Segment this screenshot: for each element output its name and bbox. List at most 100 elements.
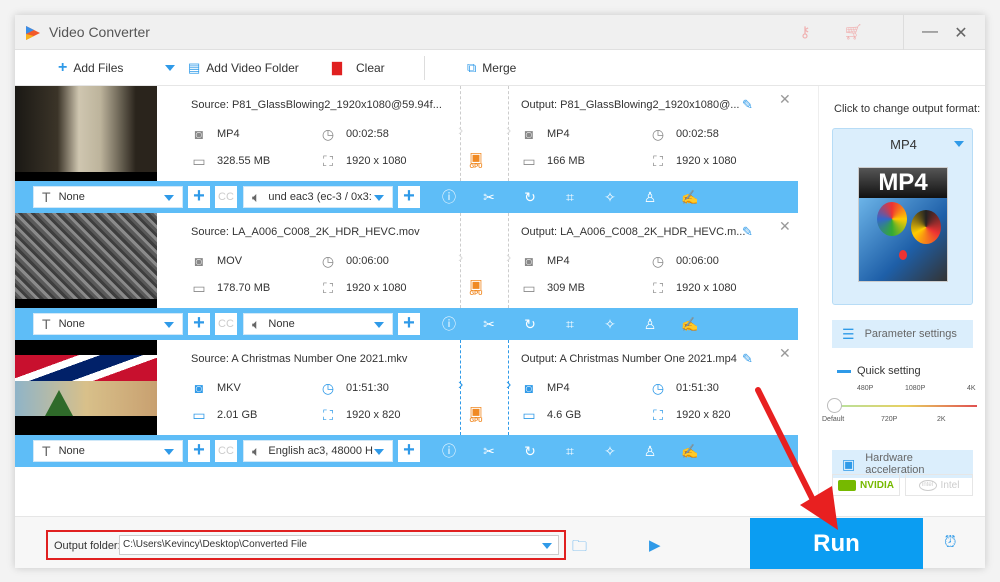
gpu-badge: ▣ GPU	[468, 150, 484, 170]
file-item[interactable]: Source: P81_GlassBlowing2_1920x1080@59.9…	[15, 86, 798, 213]
source-format: ◙ MKV	[191, 380, 241, 396]
effects-wand-icon[interactable]: ✧	[601, 188, 619, 206]
parameter-settings-button[interactable]: ☰ Parameter settings	[832, 320, 973, 348]
cart-icon[interactable]: 🛒︎	[843, 23, 863, 43]
add-audio-button[interactable]: +	[398, 440, 420, 462]
resolution-icon: ⛶	[653, 153, 663, 169]
chevron-down-icon	[164, 449, 174, 455]
nvidia-logo-icon	[838, 479, 857, 491]
key-icon[interactable]: ⚷	[795, 23, 815, 43]
slider-track[interactable]	[835, 405, 977, 407]
add-video-folder-button[interactable]: ▤ Add Video Folder	[188, 61, 299, 76]
video-file-icon: ◙	[524, 126, 534, 142]
scissors-icon[interactable]: ✂	[480, 188, 498, 206]
video-file-icon: ◙	[194, 126, 204, 142]
edit-pencil-icon[interactable]: ✎	[742, 97, 753, 113]
audio-track-select[interactable]: 🔈︎ English ac3, 48000 H	[243, 440, 393, 462]
subtitle-select[interactable]: T None	[33, 313, 183, 335]
select-value: English ac3, 48000 H	[268, 445, 373, 457]
sliders-icon: ☰	[842, 325, 855, 342]
video-thumbnail[interactable]	[15, 86, 157, 181]
audio-track-select[interactable]: 🔈︎ None	[243, 313, 393, 335]
crop-icon[interactable]: ⌗	[561, 188, 579, 206]
add-files-dropdown[interactable]	[165, 65, 175, 71]
crop-icon[interactable]: ⌗	[561, 442, 579, 460]
hardware-acceleration-label: Hardware acceleration	[865, 452, 925, 476]
output-filename: Output: P81_GlassBlowing2_1920x1080@...	[521, 99, 740, 111]
alarm-clock-icon[interactable]: ⏰︎	[944, 534, 956, 552]
add-subtitle-button[interactable]: +	[188, 313, 210, 335]
add-subtitle-button[interactable]: +	[188, 440, 210, 462]
cc-settings-button[interactable]: CC	[215, 313, 237, 335]
subtitle-edit-icon[interactable]: ✍	[681, 315, 699, 333]
watermark-stamp-icon[interactable]: ♙	[641, 315, 659, 333]
video-thumbnail[interactable]	[15, 213, 157, 308]
gpu-chip-icon: ▣	[469, 403, 483, 419]
output-folder-input[interactable]: C:\Users\Kevincy\Desktop\Converted File	[119, 535, 559, 555]
info-icon[interactable]: ⓘ	[440, 315, 458, 333]
add-audio-button[interactable]: +	[398, 313, 420, 335]
cc-settings-button[interactable]: CC	[215, 440, 237, 462]
source-size: ▭ 2.01 GB	[191, 407, 257, 423]
meta-value: 1920 x 820	[676, 409, 731, 421]
scissors-icon[interactable]: ✂	[480, 442, 498, 460]
subtitle-edit-icon[interactable]: ✍	[681, 188, 699, 206]
quality-slider[interactable]: 480P 1080P 4K Default 720P 2K	[822, 383, 977, 433]
rotate-icon[interactable]: ↻	[521, 442, 539, 460]
rotate-icon[interactable]: ↻	[521, 188, 539, 206]
source-duration: ◷ 00:06:00	[320, 253, 389, 269]
effects-wand-icon[interactable]: ✧	[601, 315, 619, 333]
meta-value: GPU	[469, 418, 483, 424]
video-thumbnail[interactable]	[15, 340, 157, 435]
edit-pencil-icon[interactable]: ✎	[742, 224, 753, 240]
edit-pencil-icon[interactable]: ✎	[742, 351, 753, 367]
minimize-button[interactable]: —	[920, 23, 940, 41]
remove-item-icon[interactable]: ✕	[779, 218, 791, 235]
open-folder-icon[interactable]: 🗀︎	[572, 536, 587, 561]
meta-value: 4.6 GB	[547, 409, 582, 421]
remove-item-icon[interactable]: ✕	[779, 345, 791, 362]
intel-button[interactable]: intel Intel	[905, 474, 973, 496]
file-item[interactable]: Source: A Christmas Number One 2021.mkv …	[15, 340, 798, 467]
add-subtitle-button[interactable]: +	[188, 186, 210, 208]
output-size: ▭ 309 MB	[521, 280, 585, 296]
subtitle-select[interactable]: T None	[33, 440, 183, 462]
clear-button[interactable]: ▇ Clear	[332, 61, 385, 76]
merge-button[interactable]: ⧉ Merge	[467, 61, 516, 76]
add-audio-button[interactable]: +	[398, 186, 420, 208]
output-format-selector[interactable]: MP4 MP4	[832, 128, 973, 305]
rotate-icon[interactable]: ↻	[521, 315, 539, 333]
video-folder-icon[interactable]: ▶︎	[649, 536, 661, 554]
crop-icon[interactable]: ⌗	[561, 315, 579, 333]
close-button[interactable]: ✕	[951, 23, 971, 43]
info-icon[interactable]: ⓘ	[440, 442, 458, 460]
effects-wand-icon[interactable]: ✧	[601, 442, 619, 460]
info-icon[interactable]: ⓘ	[440, 188, 458, 206]
app-logo-icon	[26, 26, 40, 40]
file-item[interactable]: Source: LA_A006_C008_2K_HDR_HEVC.mov ◙ MO…	[15, 213, 798, 340]
nvidia-label: NVIDIA	[860, 479, 894, 491]
scissors-icon[interactable]: ✂	[480, 315, 498, 333]
output-settings-panel: Click to change output format: MP4 MP4 ☰…	[818, 86, 985, 516]
output-folder-highlight: Output folder: C:\Users\Kevincy\Desktop\…	[46, 530, 566, 560]
chevron-right-icon: ›	[506, 122, 512, 139]
folder-icon: ▭	[192, 407, 206, 423]
meta-value: 00:06:00	[676, 255, 719, 267]
cc-settings-button[interactable]: CC	[215, 186, 237, 208]
remove-item-icon[interactable]: ✕	[779, 91, 791, 108]
chevron-down-icon[interactable]	[542, 543, 552, 549]
nvidia-button[interactable]: NVIDIA	[832, 474, 900, 496]
output-resolution: ⛶ 1920 x 1080	[650, 280, 736, 296]
subtitle-select[interactable]: T None	[33, 186, 183, 208]
watermark-stamp-icon[interactable]: ♙	[641, 188, 659, 206]
slider-handle[interactable]	[827, 398, 842, 413]
watermark-stamp-icon[interactable]: ♙	[641, 442, 659, 460]
speaker-icon: 🔈︎	[252, 188, 261, 205]
subtitle-edit-icon[interactable]: ✍	[681, 442, 699, 460]
select-value: None	[58, 191, 85, 203]
speaker-icon: 🔈︎	[252, 442, 261, 459]
run-button[interactable]: Run	[750, 518, 923, 569]
audio-track-select[interactable]: 🔈︎ und eac3 (ec-3 / 0x3:	[243, 186, 393, 208]
add-files-button[interactable]: + Add Files	[58, 60, 123, 76]
meta-value: 00:06:00	[346, 255, 389, 267]
